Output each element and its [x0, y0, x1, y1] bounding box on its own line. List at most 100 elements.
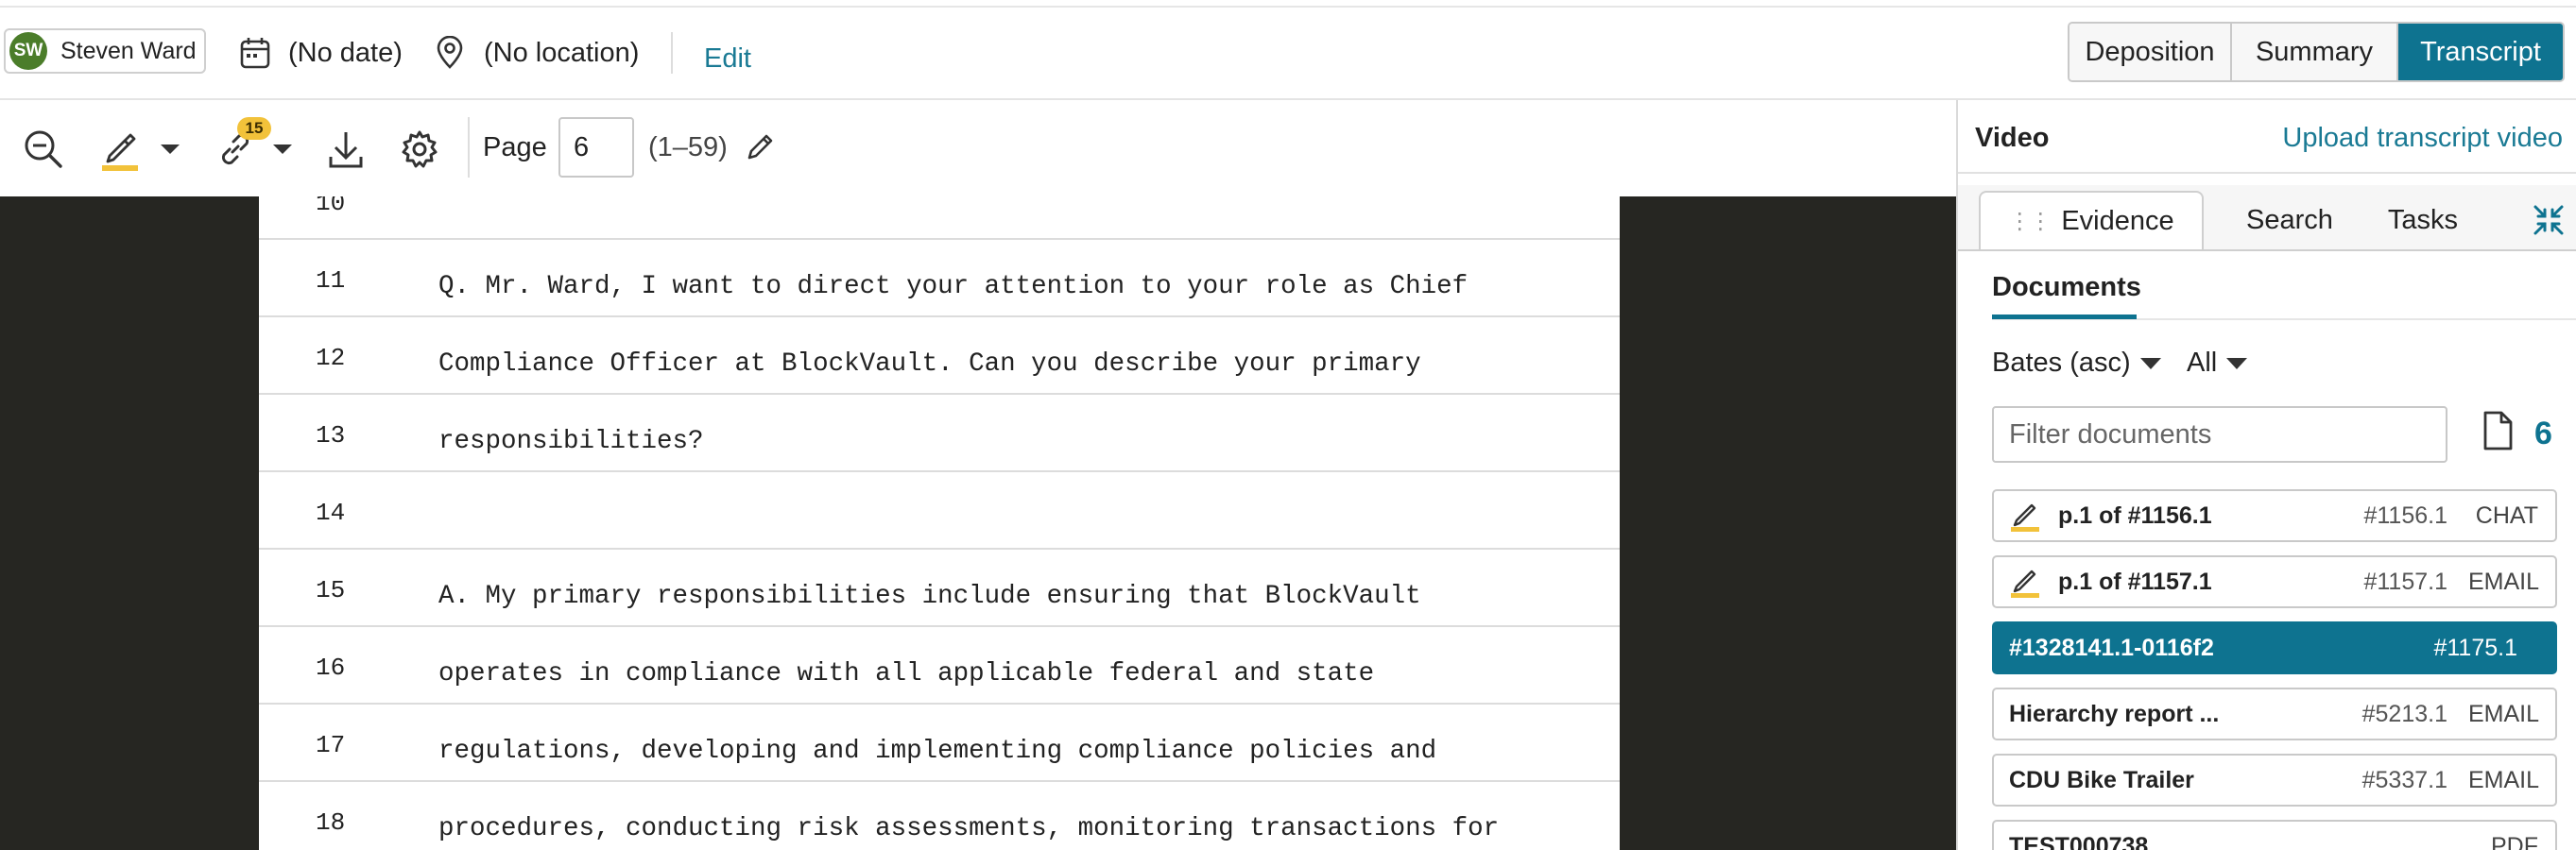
sort-dropdown[interactable]: Bates (asc): [1992, 348, 2161, 379]
line-number: 18: [316, 808, 346, 837]
settings-button[interactable]: [398, 123, 441, 176]
line-text: Compliance Officer at BlockVault. Can yo…: [438, 349, 1421, 379]
tab-documents[interactable]: Documents: [1992, 272, 2141, 303]
upload-video-link[interactable]: Upload transcript video: [2282, 123, 2563, 154]
document-number: #5337.1: [2361, 766, 2447, 793]
document-type: EMAIL: [2468, 568, 2540, 595]
witness-name: Steven Ward: [60, 37, 197, 64]
document-number: #5213.1: [2361, 700, 2447, 727]
line-text: regulations, developing and implementing…: [438, 737, 1437, 766]
document-type: PDF: [2491, 832, 2538, 850]
line-number: 13: [316, 421, 346, 450]
line-number: 11: [316, 266, 346, 295]
highlighter-icon: [102, 133, 138, 171]
toolbar-divider: [468, 117, 470, 178]
drag-handle-icon[interactable]: ⋮⋮: [2008, 208, 2052, 235]
document-row[interactable]: CDU Bike Trailer #5337.1 EMAIL: [1992, 754, 2557, 807]
highlight-icon: [2009, 566, 2047, 598]
line-number: 16: [316, 654, 346, 682]
document-type: EMAIL: [2468, 700, 2540, 727]
type-filter-dropdown[interactable]: All: [2187, 348, 2248, 379]
edit-page-button[interactable]: [739, 127, 781, 168]
document-row[interactable]: Hierarchy report ... #5213.1 EMAIL: [1992, 688, 2557, 740]
line-text: procedures, conducting risk assessments,…: [438, 814, 1500, 843]
page-label: Page: [483, 132, 547, 162]
link-count-badge: 15: [237, 117, 271, 140]
location-text: (No location): [484, 37, 640, 68]
document-name: Hierarchy report ...: [2009, 700, 2220, 727]
zoom-out-button[interactable]: [19, 123, 68, 176]
header-divider: [671, 32, 673, 74]
highlight-button[interactable]: [98, 123, 183, 176]
document-row[interactable]: TEST000738 PDF: [1992, 820, 2557, 850]
sort-dropdown-label: Bates (asc): [1992, 348, 2131, 378]
date-text: (No date): [288, 37, 403, 68]
side-panel: Video Upload transcript video ⋮⋮ Evidenc…: [1956, 100, 2576, 850]
transcript-line[interactable]: 16 operates in compliance with all appli…: [259, 627, 1620, 705]
avatar: SW: [9, 32, 47, 70]
line-text: responsibilities?: [438, 427, 704, 456]
document-name: TEST000738: [2009, 832, 2149, 850]
transcript-page: 10 11 Q. Mr. Ward, I want to direct your…: [259, 196, 1620, 850]
tab-summary[interactable]: Summary: [2232, 24, 2398, 80]
page-range: (1–59): [648, 132, 728, 162]
tab-evidence[interactable]: ⋮⋮ Evidence: [1979, 191, 2204, 249]
panel-title: Video: [1975, 123, 2050, 153]
transcript-line[interactable]: 15 A. My primary responsibilities includ…: [259, 550, 1620, 627]
page-number-input[interactable]: [558, 117, 634, 178]
location-display: (No location): [435, 36, 639, 70]
line-text: A. My primary responsibilities include e…: [438, 582, 1421, 611]
document-icon: [2483, 411, 2513, 450]
transcript-line[interactable]: 18 procedures, conducting risk assessmen…: [259, 782, 1620, 850]
document-number: #1156.1: [2363, 502, 2447, 529]
document-name: #1328141.1-0116f2: [2009, 634, 2214, 661]
line-number: 14: [316, 499, 346, 527]
document-row[interactable]: p.1 of #1156.1 #1156.1 CHAT: [1992, 489, 2557, 542]
pencil-icon: [747, 134, 773, 160]
view-switcher: Deposition Summary Transcript: [2068, 22, 2565, 82]
download-icon: [329, 132, 363, 168]
location-pin-icon: [437, 36, 463, 69]
witness-chip[interactable]: SW Steven Ward: [4, 28, 206, 74]
document-count: 6: [2534, 416, 2552, 451]
transcript-line[interactable]: 14: [259, 472, 1620, 550]
chevron-down-icon: [161, 144, 180, 154]
document-name: p.1 of #1156.1: [2058, 502, 2212, 529]
document-row[interactable]: p.1 of #1157.1 #1157.1 EMAIL: [1992, 555, 2557, 608]
collapse-panel-button[interactable]: [2533, 204, 2565, 241]
caret-down-icon: [2226, 357, 2248, 369]
top-border: [0, 0, 2576, 8]
document-type: EMAIL: [2468, 766, 2540, 793]
highlight-icon: [2009, 500, 2047, 532]
document-type: CHAT: [2475, 502, 2538, 529]
type-filter-label: All: [2187, 348, 2218, 378]
transcript-line[interactable]: 17 regulations, developing and implement…: [259, 705, 1620, 782]
transcript-line[interactable]: 13 responsibilities?: [259, 395, 1620, 472]
date-display: (No date): [239, 36, 403, 70]
gear-icon: [402, 130, 438, 168]
line-number: 17: [316, 731, 346, 759]
filter-documents-input[interactable]: [1992, 406, 2447, 463]
transcript-line[interactable]: 11 Q. Mr. Ward, I want to direct your at…: [259, 240, 1620, 317]
tab-transcript[interactable]: Transcript: [2398, 24, 2563, 80]
documents-tab-underline: [1992, 314, 2137, 319]
transcript-line[interactable]: 10: [259, 196, 1620, 240]
document-number: #1175.1: [2433, 634, 2517, 661]
document-row-selected[interactable]: #1328141.1-0116f2 #1175.1: [1992, 621, 2557, 674]
document-name: CDU Bike Trailer: [2009, 766, 2194, 793]
line-number: 10: [316, 196, 346, 217]
edit-link[interactable]: Edit: [704, 43, 751, 75]
document-number: #1157.1: [2363, 568, 2447, 595]
tab-tasks[interactable]: Tasks: [2376, 191, 2470, 249]
tab-search[interactable]: Search: [2224, 191, 2355, 249]
zoom-out-icon: [25, 130, 62, 168]
chevron-down-icon: [273, 144, 292, 154]
line-number: 12: [316, 344, 346, 372]
tab-deposition[interactable]: Deposition: [2069, 24, 2232, 80]
transcript-line[interactable]: 12 Compliance Officer at BlockVault. Can…: [259, 317, 1620, 395]
download-button[interactable]: [325, 123, 367, 176]
line-text: Q. Mr. Ward, I want to direct your atten…: [438, 272, 1468, 301]
document-name: p.1 of #1157.1: [2058, 568, 2212, 595]
tab-evidence-label: Evidence: [2061, 205, 2174, 236]
document-list: p.1 of #1156.1 #1156.1 CHAT p.1 of #1157…: [1992, 489, 2559, 850]
